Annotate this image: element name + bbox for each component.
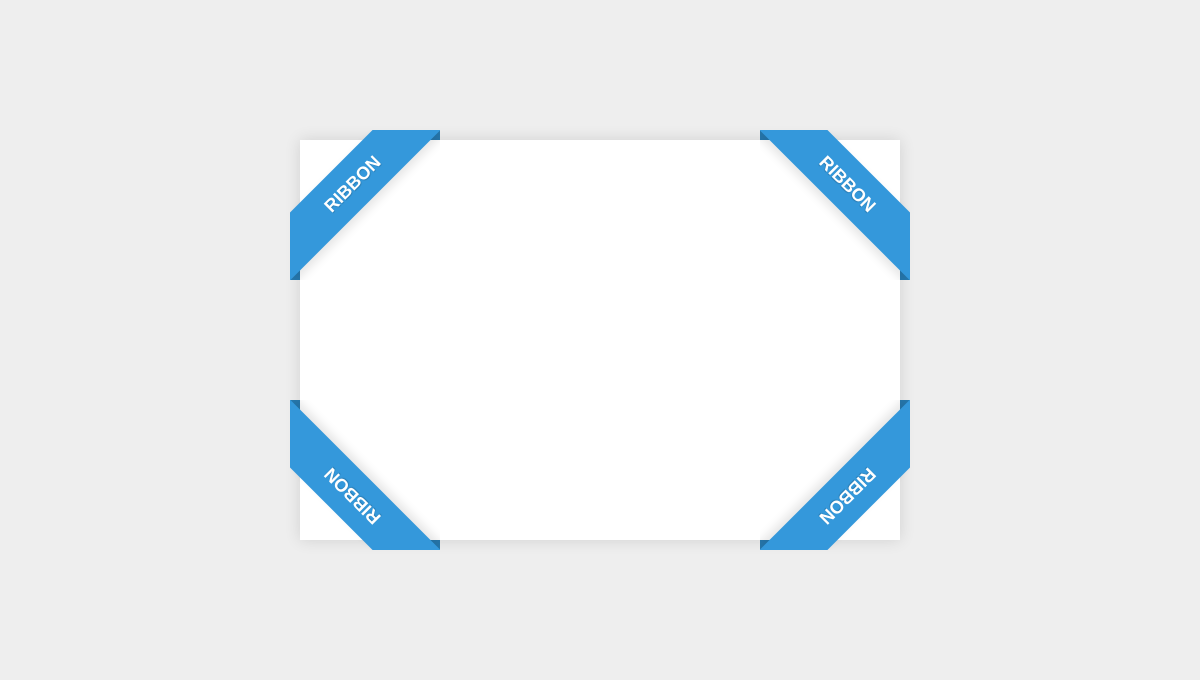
ribbon-label: ribbon bbox=[760, 130, 910, 280]
card-box: ribbon ribbon ribbon ribbon bbox=[300, 140, 900, 540]
ribbon-label: ribbon bbox=[290, 400, 440, 550]
ribbon-top-left: ribbon bbox=[290, 130, 440, 280]
ribbon-label: ribbon bbox=[760, 400, 910, 550]
ribbon-label: ribbon bbox=[290, 130, 440, 280]
ribbon-bottom-left: ribbon bbox=[290, 400, 440, 550]
ribbon-bottom-right: ribbon bbox=[760, 400, 910, 550]
ribbon-top-right: ribbon bbox=[760, 130, 910, 280]
